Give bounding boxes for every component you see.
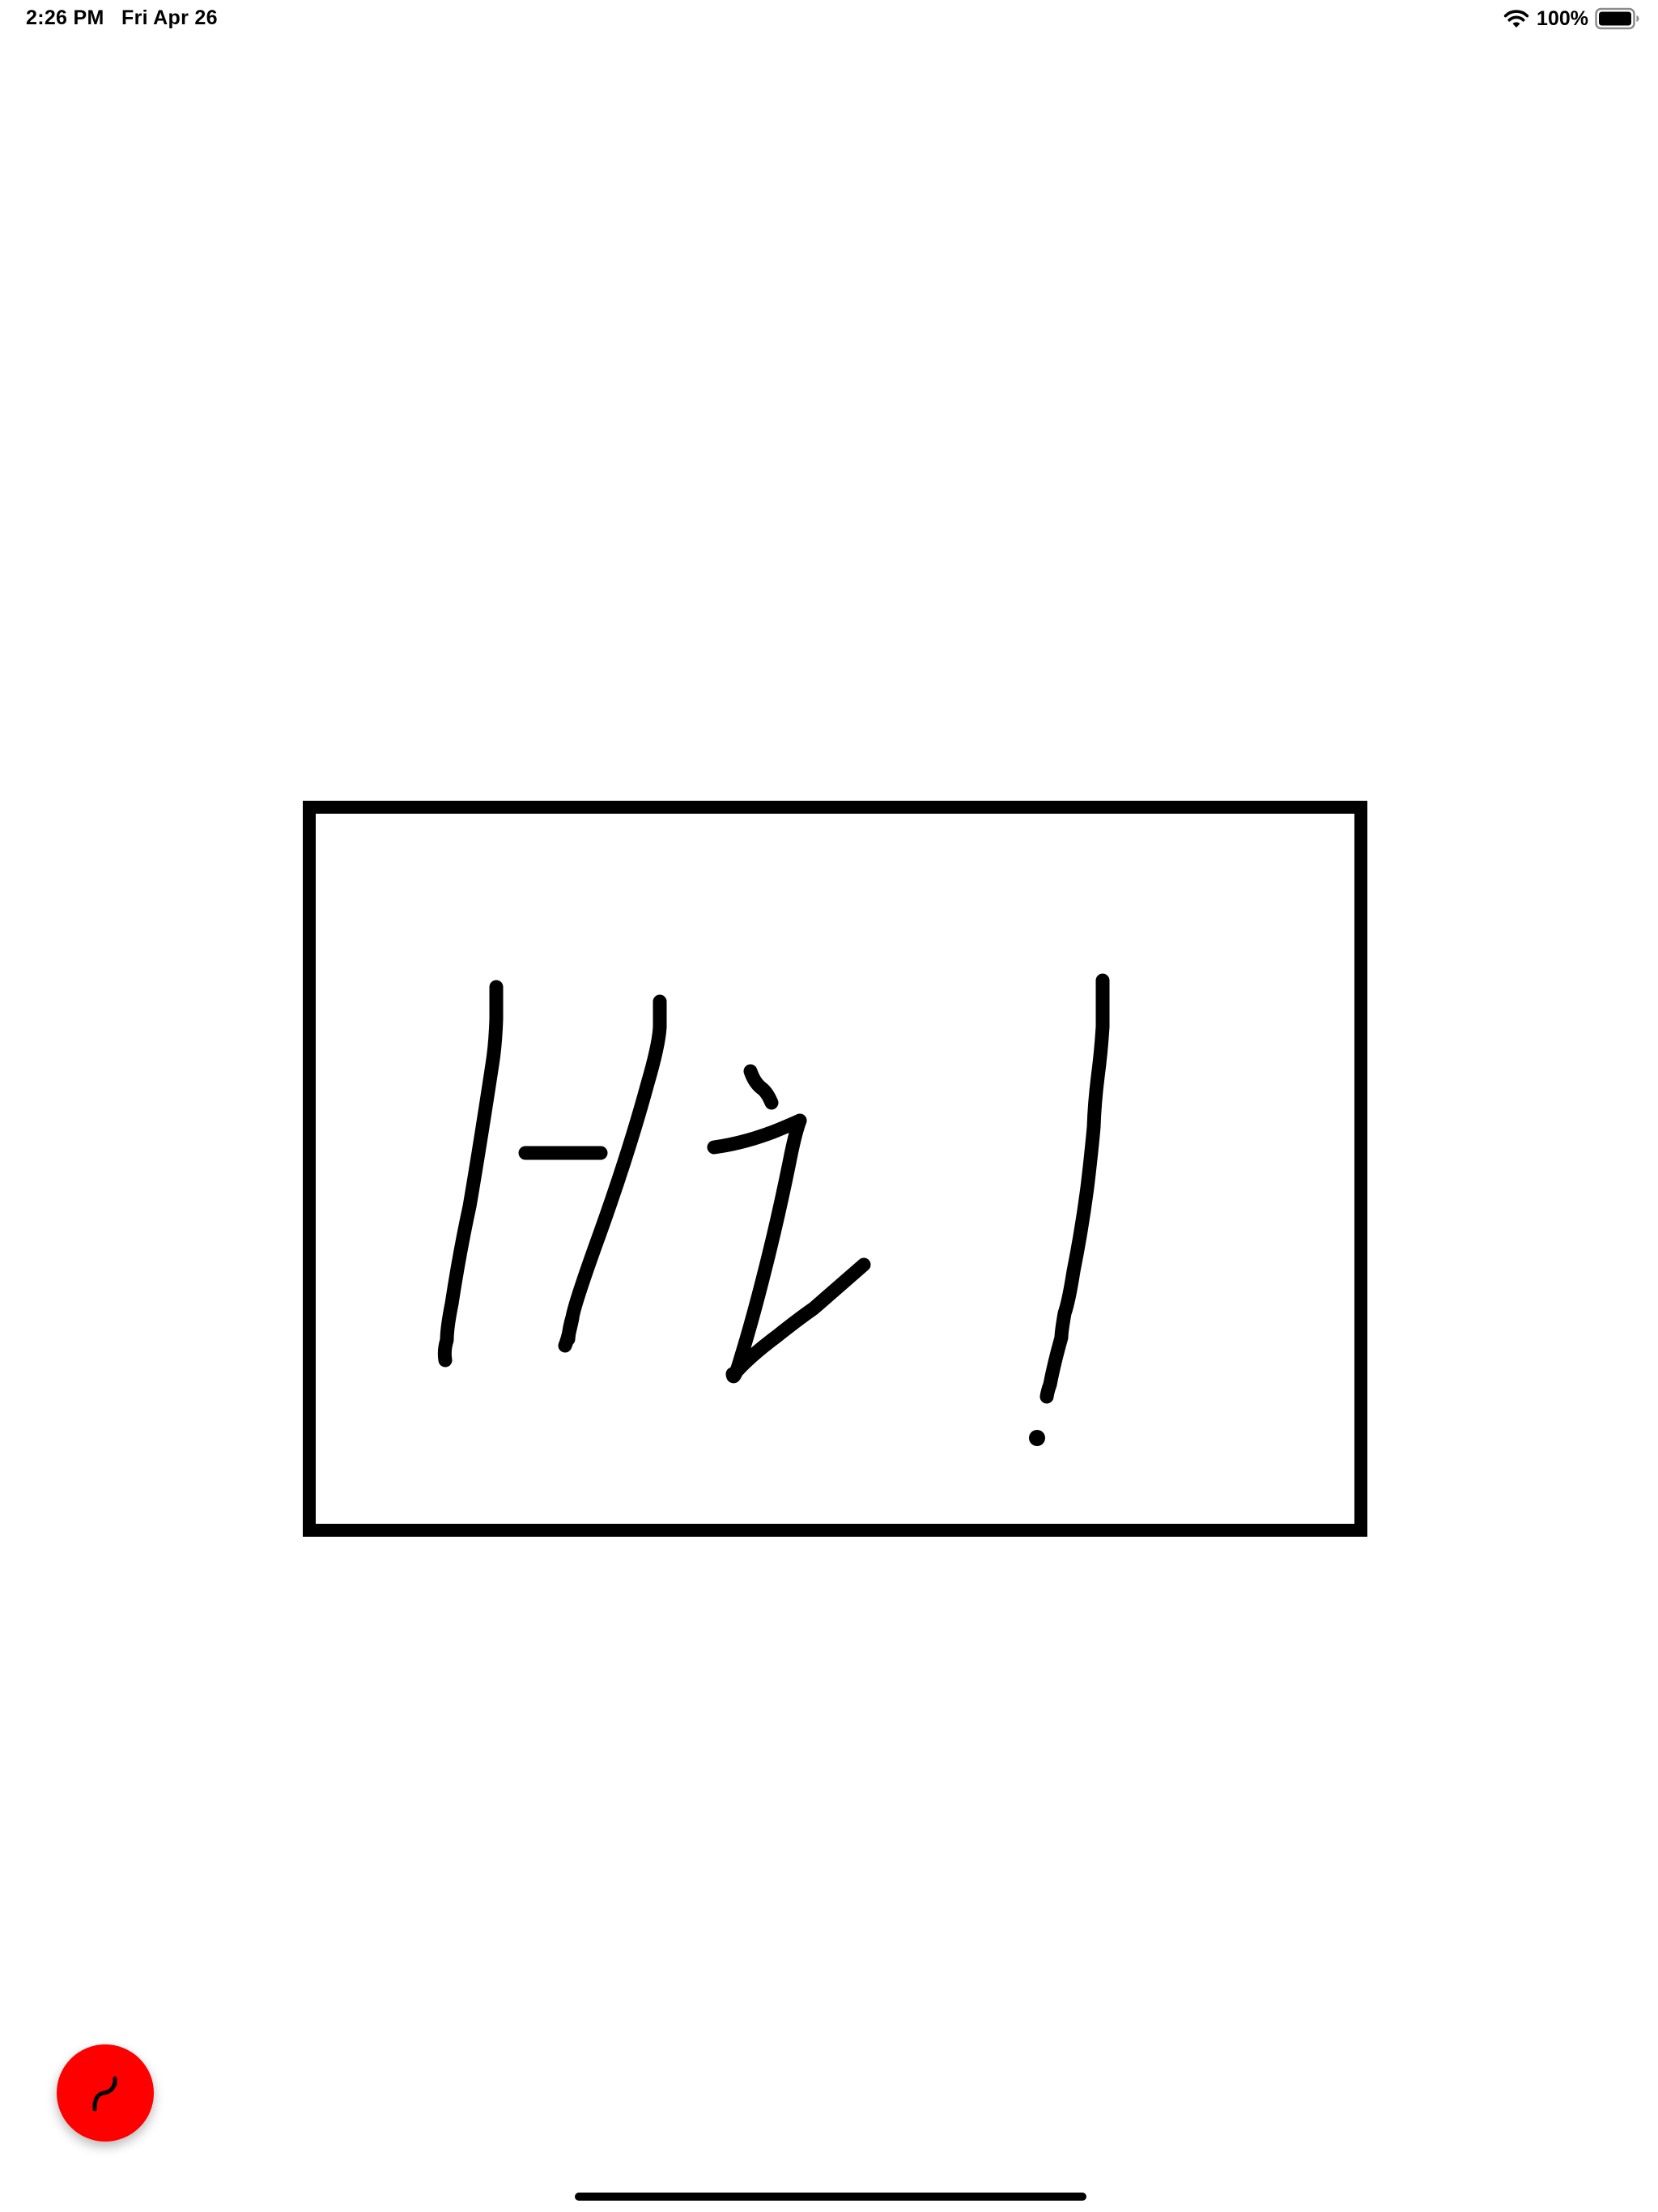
pen-tool-button[interactable] (57, 2044, 154, 2142)
status-time: 2:26 PM (26, 6, 104, 29)
pen-stroke-icon (92, 2076, 117, 2112)
wifi-icon (1503, 10, 1529, 28)
status-date: Fri Apr 26 (121, 6, 218, 29)
handwritten-strokes (437, 973, 1110, 1404)
exclamation-dot (1029, 1430, 1045, 1446)
battery-icon (1595, 7, 1639, 30)
app-screen: 2:26 PM Fri Apr 26 100% (0, 0, 1658, 2212)
drawing-canvas[interactable] (0, 37, 1658, 2175)
battery-percentage: 100% (1537, 6, 1588, 30)
status-bar: 2:26 PM Fri Apr 26 100% (0, 0, 1658, 37)
status-indicators: 100% (1503, 6, 1640, 32)
home-indicator[interactable] (575, 2193, 1086, 2201)
drawn-rectangle (303, 801, 1367, 1537)
